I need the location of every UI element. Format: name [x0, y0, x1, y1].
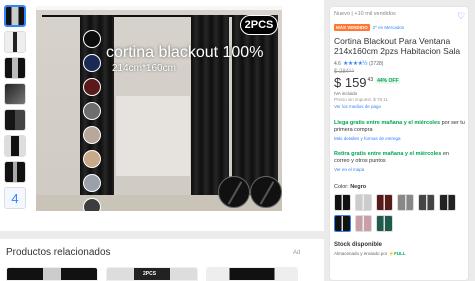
color-swatch-column	[83, 30, 103, 211]
color-option[interactable]	[376, 194, 393, 211]
color-option[interactable]	[439, 194, 456, 211]
payment-methods-link[interactable]: Ver los medios de pago	[334, 104, 466, 109]
shipping-details-link[interactable]: Más detalles y formas de entrega	[334, 136, 466, 141]
pickup-block: Retira gratis entre mañana y el miércole…	[334, 151, 466, 172]
related-products-section: Productos relacionados Ad 2PCS	[0, 239, 324, 281]
color-option[interactable]	[376, 215, 393, 232]
thumbnail-6[interactable]	[4, 135, 26, 157]
image-color-swatch	[83, 126, 101, 144]
thumbnail-5[interactable]	[4, 109, 26, 131]
image-color-swatch	[83, 150, 101, 168]
thumbnail-more[interactable]: 4	[4, 187, 26, 209]
price-without-tax: Precio sin impuest. $ 78.11	[334, 97, 388, 102]
gallery-card: 4 cortina blackout 100% 214cm*160cm 2PCS	[0, 0, 324, 231]
thumbnail-1[interactable]	[4, 5, 26, 27]
price-row: $ 159 43 44% OFF	[334, 75, 466, 90]
stock-status: Stock disponible	[334, 242, 383, 248]
image-color-swatch	[83, 54, 101, 72]
color-option[interactable]	[418, 194, 435, 211]
image-overlay-size: 214cm*160cm	[112, 63, 176, 74]
shipping-info: Llega gratis entre mañana y el miércoles…	[334, 120, 466, 134]
fabric-detail-circle-2	[250, 176, 282, 208]
related-product-card[interactable]: 2PCS	[106, 267, 198, 281]
image-window	[116, 96, 190, 176]
related-products-title: Productos relacionados	[6, 247, 111, 258]
pickup-info: Retira gratis entre mañana y el miércole…	[334, 151, 466, 165]
selected-color: Negro	[350, 184, 367, 190]
ad-label: Ad	[293, 250, 301, 256]
rating-value: 4.6	[334, 60, 341, 67]
fulfillment-text: Almacenado y enviado por	[334, 251, 388, 256]
color-label-prefix: Color:	[334, 184, 349, 190]
image-color-swatch	[83, 198, 101, 211]
color-options	[334, 194, 466, 232]
image-color-swatch	[83, 30, 101, 48]
related-card-tag: 2PCS	[143, 271, 157, 277]
full-badge: ⚡FULL	[388, 251, 406, 256]
color-option[interactable]	[355, 194, 372, 211]
image-badge-2pcs: 2PCS	[240, 15, 278, 35]
shipping-free-text: Llega gratis entre mañana y el miércoles	[334, 120, 441, 126]
related-product-card[interactable]	[206, 267, 298, 281]
review-count: (2728)	[368, 60, 384, 67]
thumbnail-3[interactable]	[4, 57, 26, 79]
condition-sales: Nuevo | +10 mil vendidos	[334, 11, 396, 17]
buy-box: ♡ Nuevo | +10 mil vendidos MÁS VENDIDO 2…	[329, 6, 469, 281]
image-color-swatch	[83, 174, 101, 192]
color-option[interactable]	[355, 215, 372, 232]
shipping-block: Llega gratis entre mañana y el miércoles…	[334, 120, 466, 141]
thumbnail-7[interactable]	[4, 161, 26, 183]
rating-stars-icon: ★★★★½	[342, 61, 368, 67]
current-price: $ 159	[334, 75, 367, 90]
map-link[interactable]: Ver en el mapa	[334, 167, 466, 172]
pickup-free-text: Retira gratis entre mañana y el miércole…	[334, 151, 442, 157]
image-color-swatch	[83, 102, 101, 120]
product-title: Cortina Blackout Para Ventana 214x160cm …	[334, 36, 461, 56]
color-option-selected[interactable]	[334, 215, 351, 232]
thumbnail-list: 4	[4, 5, 28, 209]
best-seller-row: MÁS VENDIDO 2º en Mercados	[334, 24, 466, 31]
iva-note: IVA incluido	[334, 91, 358, 96]
image-color-swatch	[83, 78, 101, 96]
main-product-image[interactable]: cortina blackout 100% 214cm*160cm 2PCS	[36, 6, 282, 211]
rating-row[interactable]: 4.6 ★★★★½ (2728)	[334, 60, 466, 68]
fabric-detail-circle-1	[218, 176, 250, 208]
thumbnail-2[interactable]	[4, 31, 26, 53]
image-overlay-title: cortina blackout 100%	[106, 44, 264, 61]
ranking-link[interactable]: 2º en Mercados	[373, 25, 404, 30]
related-product-card[interactable]	[6, 267, 98, 281]
color-option[interactable]	[334, 194, 351, 211]
image-ceiling	[36, 6, 282, 10]
discount-badge: 44% OFF	[376, 78, 400, 84]
best-seller-badge: MÁS VENDIDO	[334, 24, 370, 31]
thumbnail-4[interactable]	[4, 83, 26, 105]
color-label: Color: Negro	[334, 184, 466, 190]
current-price-cents: 43	[367, 77, 374, 83]
color-option[interactable]	[397, 194, 414, 211]
fulfillment-note: Almacenado y enviado por ⚡FULL	[334, 251, 466, 257]
